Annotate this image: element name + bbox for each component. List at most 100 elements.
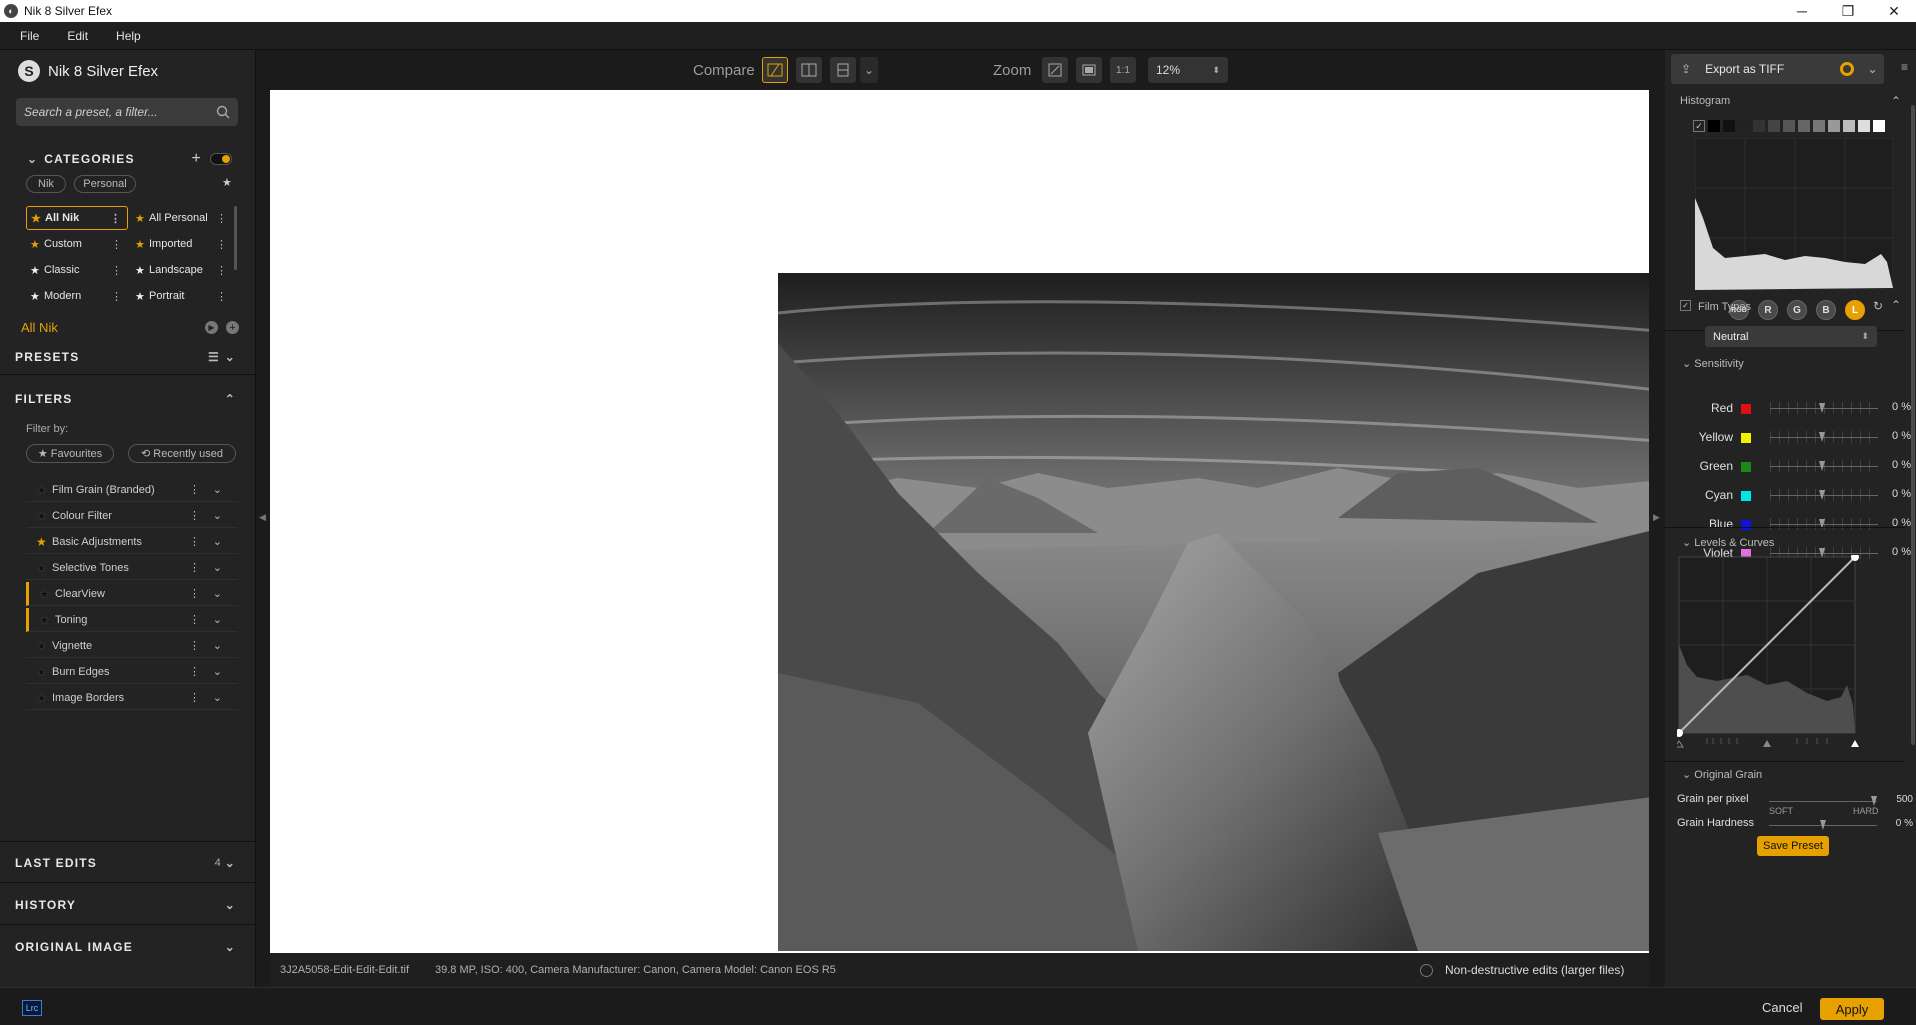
more-options-icon[interactable]: ⋮ xyxy=(111,290,122,303)
favourites-filter[interactable]: ★ Favourites xyxy=(26,444,114,463)
filter-item[interactable]: ★ Vignette ⋮ ⌄ xyxy=(26,634,238,658)
chevron-up-icon[interactable]: ⌃ xyxy=(1891,94,1901,108)
more-options-icon[interactable]: ⋮ xyxy=(189,483,200,496)
star-icon[interactable]: ★ xyxy=(36,561,52,575)
star-icon[interactable]: ★ xyxy=(39,587,55,601)
original-image-header[interactable]: ORIGINAL IMAGE ⌄ xyxy=(0,930,256,964)
clipping-swatches[interactable]: ✓ xyxy=(1693,120,1893,132)
save-preset-button[interactable]: Save Preset xyxy=(1757,836,1829,856)
filter-item[interactable]: ★ Burn Edges ⋮ ⌄ xyxy=(26,660,238,684)
category-item[interactable]: ★ Custom ⋮ xyxy=(26,232,128,256)
grain-per-pixel-slider[interactable] xyxy=(1769,801,1877,802)
compare-side-by-side-button[interactable] xyxy=(796,57,822,83)
presets-header[interactable]: PRESETS ☰ ⌄ xyxy=(0,340,256,374)
star-icon[interactable]: ★ xyxy=(135,238,149,251)
star-icon[interactable]: ★ xyxy=(39,613,55,627)
tab-nik[interactable]: Nik xyxy=(26,175,66,193)
more-options-icon[interactable]: ⋮ xyxy=(216,290,227,303)
more-options-icon[interactable]: ⋮ xyxy=(189,613,200,626)
star-icon[interactable]: ★ xyxy=(30,264,44,277)
category-item[interactable]: ★ Landscape ⋮ xyxy=(131,258,233,282)
chevron-down-icon[interactable]: ⌄ xyxy=(213,561,222,574)
more-options-icon[interactable]: ⋮ xyxy=(189,509,200,522)
slider-line[interactable] xyxy=(1770,524,1878,525)
slider-line[interactable] xyxy=(1770,553,1878,554)
zoom-fit-button[interactable] xyxy=(1042,57,1068,83)
apply-button[interactable]: Apply xyxy=(1820,998,1884,1020)
image-canvas[interactable] xyxy=(270,90,1682,953)
levels-curves-header[interactable]: ⌄ Levels & Curves xyxy=(1682,536,1774,549)
category-item[interactable]: ★ All Personal ⋮ xyxy=(131,206,233,230)
star-icon[interactable]: ★ xyxy=(31,212,45,225)
menu-file[interactable]: File xyxy=(0,29,53,43)
zoom-value-select[interactable]: 12% ⬍ xyxy=(1148,57,1228,83)
sensitivity-header[interactable]: ⌄ Sensitivity xyxy=(1682,357,1744,370)
panel-menu-icon[interactable]: ≡ xyxy=(1901,60,1908,74)
compare-dropdown[interactable]: ⌄ xyxy=(860,57,878,83)
filters-header[interactable]: FILTERS ⌃ xyxy=(0,382,256,416)
categories-header[interactable]: ⌄ CATEGORIES + xyxy=(12,142,252,176)
recently-used-filter[interactable]: ⟲ Recently used xyxy=(128,444,236,463)
categories-toggle[interactable] xyxy=(210,153,232,165)
star-icon[interactable]: ★ xyxy=(36,535,52,549)
film-type-select[interactable]: Neutral ⬍ xyxy=(1705,326,1877,347)
star-icon[interactable]: ★ xyxy=(135,264,149,277)
more-options-icon[interactable]: ⋮ xyxy=(189,535,200,548)
menu-edit[interactable]: Edit xyxy=(53,29,102,43)
filter-item[interactable]: ★ Image Borders ⋮ ⌄ xyxy=(26,686,238,710)
slider-line[interactable] xyxy=(1770,495,1878,496)
filter-item[interactable]: ★ Colour Filter ⋮ ⌄ xyxy=(26,504,238,528)
menu-help[interactable]: Help xyxy=(102,29,155,43)
filter-item[interactable]: ★ Film Grain (Branded) ⋮ ⌄ xyxy=(26,478,238,502)
star-icon[interactable]: ★ xyxy=(36,639,52,653)
channel-r[interactable]: R xyxy=(1758,300,1778,320)
nondestructive-checkbox[interactable] xyxy=(1420,964,1433,977)
filter-item[interactable]: ★ Selective Tones ⋮ ⌄ xyxy=(26,556,238,580)
filter-item[interactable]: ★ Basic Adjustments ⋮ ⌄ xyxy=(26,530,238,554)
minimize-button[interactable]: ─ xyxy=(1782,0,1822,22)
star-icon[interactable]: ★ xyxy=(135,290,149,303)
preview-photo[interactable] xyxy=(778,273,1682,951)
more-options-icon[interactable]: ⋮ xyxy=(111,264,122,277)
star-icon[interactable]: ★ xyxy=(135,212,149,225)
category-item[interactable]: ★ All Nik ⋮ xyxy=(26,206,128,230)
more-options-icon[interactable]: ⋮ xyxy=(189,639,200,652)
slider-line[interactable] xyxy=(1770,466,1878,467)
close-button[interactable]: ✕ xyxy=(1874,0,1914,22)
star-icon[interactable]: ★ xyxy=(30,238,44,251)
filter-item[interactable]: ★ ClearView ⋮ ⌄ xyxy=(26,582,238,606)
chevron-down-icon[interactable]: ⌄ xyxy=(213,639,222,652)
compare-split-button[interactable] xyxy=(762,57,788,83)
chevron-down-icon[interactable]: ⌄ xyxy=(213,509,222,522)
more-options-icon[interactable]: ⋮ xyxy=(110,212,121,225)
chevron-down-icon[interactable]: ⌄ xyxy=(213,691,222,704)
compare-stacked-button[interactable] xyxy=(830,57,856,83)
more-options-icon[interactable]: ⋮ xyxy=(216,212,227,225)
chevron-up-icon[interactable]: ⌃ xyxy=(1891,298,1901,312)
chevron-down-icon[interactable]: ⌄ xyxy=(213,587,222,600)
star-icon[interactable]: ★ xyxy=(36,483,52,497)
check-icon[interactable]: ✓ xyxy=(1693,120,1705,132)
add-category-icon[interactable]: + xyxy=(191,150,202,168)
left-collapse-strip[interactable]: ◀ xyxy=(256,50,270,987)
filter-item[interactable]: ★ Toning ⋮ ⌄ xyxy=(26,608,238,632)
slider-line[interactable] xyxy=(1770,437,1878,438)
cancel-button[interactable]: Cancel xyxy=(1762,1000,1802,1015)
slider-line[interactable] xyxy=(1770,408,1878,409)
chevron-down-icon[interactable]: ⌄ xyxy=(213,483,222,496)
play-icon[interactable]: ▶ xyxy=(205,321,218,334)
more-options-icon[interactable]: ⋮ xyxy=(189,665,200,678)
curves-chart[interactable] xyxy=(1677,555,1867,750)
more-options-icon[interactable]: ⋮ xyxy=(189,561,200,574)
more-options-icon[interactable]: ⋮ xyxy=(189,587,200,600)
more-options-icon[interactable]: ⋮ xyxy=(216,264,227,277)
film-types-checkbox[interactable]: ✓ xyxy=(1680,300,1691,311)
category-item[interactable]: ★ Imported ⋮ xyxy=(131,232,233,256)
channel-l[interactable]: L xyxy=(1845,300,1865,320)
more-options-icon[interactable]: ⋮ xyxy=(216,238,227,251)
more-options-icon[interactable]: ⋮ xyxy=(111,238,122,251)
history-header[interactable]: HISTORY ⌄ xyxy=(0,888,256,922)
category-item[interactable]: ★ Classic ⋮ xyxy=(26,258,128,282)
right-collapse-strip[interactable]: ▶ xyxy=(1649,50,1665,987)
search-input[interactable]: Search a preset, a filter... xyxy=(16,98,238,126)
